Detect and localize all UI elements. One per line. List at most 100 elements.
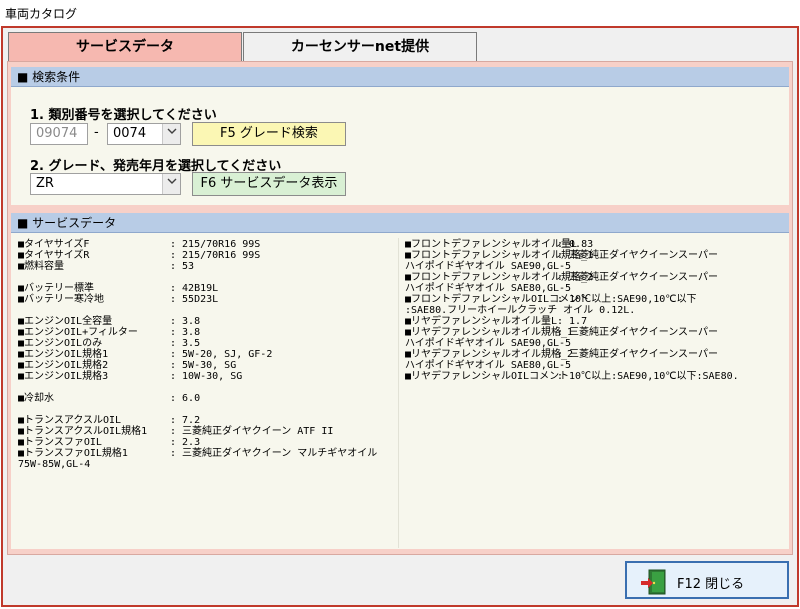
service-data-value: : 53 <box>170 261 195 272</box>
service-data-key: ■トランスファOIL規格1 <box>18 448 128 459</box>
service-data-key: ■エンジンOILのみ <box>18 338 103 349</box>
close-button[interactable]: F12 閉じる <box>625 561 789 599</box>
chevron-down-icon[interactable] <box>162 174 180 194</box>
service-data-key: ハイポイドギヤオイル SAE90,GL-5 <box>405 338 572 349</box>
service-data-row: :SAE80.フリーホイールクラッチ オイル 0.12L. <box>405 305 789 316</box>
service-data-value: : 三菱純正ダイヤクイーンスーパー <box>557 327 718 338</box>
type-code-field[interactable]: 09074 <box>30 123 88 145</box>
service-data-row: ハイポイドギヤオイル SAE90,GL-5 <box>405 261 789 272</box>
service-data-row: ■リヤデファレンシャルオイル規格_1: 三菱純正ダイヤクイーンスーパー <box>405 327 789 338</box>
service-data-key: ■エンジンOIL規格3 <box>18 371 109 382</box>
category-code-combo[interactable]: 0074 <box>107 123 181 145</box>
service-data-key: ■トランスアクスルOIL <box>18 415 122 426</box>
service-data-row: ■タイヤサイズR : 215/70R16 99S <box>18 250 396 261</box>
service-data-key: ■エンジンOIL全容量 <box>18 316 113 327</box>
service-data-row: ■リヤデファレンシャルオイル規格_2: 三菱純正ダイヤクイーンスーパー <box>405 349 789 360</box>
service-data-key: ■エンジンOIL規格1 <box>18 349 109 360</box>
service-data-row: ■フロントデファレンシャルオイル規格_1: 三菱純正ダイヤクイーンスーパー <box>405 250 789 261</box>
service-data-key: ■リヤデファレンシャルオイル量L <box>405 316 558 327</box>
service-data-key: ■トランスアクスルOIL規格1 <box>18 426 148 437</box>
service-data-row <box>18 272 396 283</box>
service-data-key: ■燃料容量 <box>18 261 65 272</box>
service-data-value: : 三菱純正ダイヤクイーンスーパー <box>557 349 718 360</box>
exit-door-icon <box>641 569 669 599</box>
service-data-row: ハイポイドギヤオイル SAE80,GL-5 <box>405 360 789 371</box>
service-data-row: ハイポイドギヤオイル SAE80,GL-5 <box>405 283 789 294</box>
show-service-data-button[interactable]: F6 サービスデータ表示 <box>192 172 346 196</box>
tab-carsensor[interactable]: カーセンサーnet提供 <box>243 32 477 62</box>
service-data-key: ■バッテリー標準 <box>18 283 95 294</box>
service-data-value: : 10℃以上:SAE90,10℃以下 <box>557 294 697 305</box>
service-data-key: ■リヤデファレンシャルOILコメント <box>405 371 570 382</box>
service-data-value: : 7.2 <box>170 415 201 426</box>
tab-service-data[interactable]: サービスデータ <box>8 32 242 62</box>
service-data-key: ■リヤデファレンシャルオイル規格_1 <box>405 327 574 338</box>
service-data-value: : 5W-30, SG <box>170 360 237 371</box>
service-data-value: : 0.83 <box>557 239 594 250</box>
service-data-key: :SAE80.フリーホイールクラッチ オイル 0.12L. <box>405 305 636 316</box>
service-data-row: ■バッテリー寒冷地: 55D23L <box>18 294 396 305</box>
service-data-row: ■タイヤサイズF : 215/70R16 99S <box>18 239 396 250</box>
step1-label: 1. 類別番号を選択してください <box>30 108 217 123</box>
service-data-value: : 215/70R16 99S <box>170 250 261 261</box>
service-data-value: : 215/70R16 99S <box>170 239 261 250</box>
service-data-row: ■リヤデファレンシャルOILコメント: 10℃以上:SAE90,10℃以下:SA… <box>405 371 789 382</box>
service-data-row: ■燃料容量 : 53 <box>18 261 396 272</box>
service-data-key: ■リヤデファレンシャルオイル規格_2 <box>405 349 574 360</box>
service-data-value: : 2.3 <box>170 437 201 448</box>
service-data-row: ■エンジンOIL全容量 : 3.8 <box>18 316 396 327</box>
service-data-value: : 3.5 <box>170 338 201 349</box>
service-data-row: ■トランスアクスルOIL : 7.2 <box>18 415 396 426</box>
service-data-value: : 6.0 <box>170 393 201 404</box>
grade-combo[interactable]: ZR <box>30 173 181 195</box>
service-data-row: ■エンジンOIL+フィルター : 3.8 <box>18 327 396 338</box>
close-button-label: F12 閉じる <box>677 577 745 592</box>
service-data-value: : 42B19L <box>170 283 219 294</box>
service-data-key: ■トランスファOIL <box>18 437 102 448</box>
service-data-row: ■フロントデファレンシャルオイル規格_2: 三菱純正ダイヤクイーンスーパー <box>405 272 789 283</box>
service-section-header: ■ サービスデータ <box>11 213 789 233</box>
service-data-row: ■トランスアクスルOIL規格1 : 三菱純正ダイヤクイーン ATF II <box>18 426 396 437</box>
service-data-value: : 三菱純正ダイヤクイーンスーパー <box>557 272 718 283</box>
service-data-value: : 三菱純正ダイヤクイーン ATF II <box>170 426 334 437</box>
service-data-key: ■冷却水 <box>18 393 55 404</box>
column-divider <box>398 238 399 548</box>
service-data-left-column: ■タイヤサイズF : 215/70R16 99S ■タイヤサイズR : 215/70R… <box>18 239 396 470</box>
service-data-row: ■エンジンOILのみ : 3.5 <box>18 338 396 349</box>
service-data-right-column: ■フロントデファレンシャルオイル量L: 0.83 ■フロントデファレンシャルオイル… <box>405 239 789 382</box>
service-data-row: ■エンジンOIL規格1 : 5W-20, SJ, GF-2 <box>18 349 396 360</box>
service-data-value: : 10℃以上:SAE90,10℃以下:SAE80. <box>557 371 739 382</box>
service-data-row <box>18 404 396 415</box>
service-data-row <box>18 305 396 316</box>
grade-search-button[interactable]: F5 グレード検索 <box>192 122 346 146</box>
service-data-key: 75W-85W,GL-4 <box>18 459 91 470</box>
service-data-row: ■フロントデファレンシャルOILコメント: 10℃以上:SAE90,10℃以下 <box>405 294 789 305</box>
service-data-key: ■タイヤサイズR <box>18 250 90 261</box>
window-title: 車両カタログ <box>0 0 800 26</box>
service-data-row: ■フロントデファレンシャルオイル量L: 0.83 <box>405 239 789 250</box>
service-data-value: : 3.8 <box>170 316 201 327</box>
service-data-value: : 5W-20, SJ, GF-2 <box>170 349 273 360</box>
service-data-row: ■トランスファOIL : 2.3 <box>18 437 396 448</box>
service-data-value: : 三菱純正ダイヤクイーンスーパー <box>557 250 718 261</box>
code-separator: - <box>94 125 99 140</box>
service-data-row <box>18 382 396 393</box>
service-data-value: : 三菱純正ダイヤクイーン マルチギヤオイル <box>170 448 378 459</box>
service-data-key: ハイポイドギヤオイル SAE80,GL-5 <box>405 360 572 371</box>
service-data-value: : 3.8 <box>170 327 201 338</box>
service-data-key: ■エンジンOIL+フィルター <box>18 327 138 338</box>
service-data-row: ■トランスファOIL規格1 : 三菱純正ダイヤクイーン マルチギヤオイル <box>18 448 396 459</box>
service-data-key: ハイポイドギヤオイル SAE80,GL-5 <box>405 283 572 294</box>
search-section-header: ■ 検索条件 <box>11 67 789 87</box>
service-data-row: ■冷却水 : 6.0 <box>18 393 396 404</box>
service-data-key: ■タイヤサイズF <box>18 239 90 250</box>
service-data-key: ■バッテリー寒冷地 <box>18 294 105 305</box>
service-data-row: ■エンジンOIL規格2 : 5W-30, SG <box>18 360 396 371</box>
service-data-key: ■エンジンOIL規格2 <box>18 360 109 371</box>
chevron-down-icon[interactable] <box>162 124 180 144</box>
service-data-value: : 1.7 <box>557 316 588 327</box>
grade-value: ZR <box>36 176 54 191</box>
service-data-row: ■リヤデファレンシャルオイル量L: 1.7 <box>405 316 789 327</box>
service-data-row: 75W-85W,GL-4 <box>18 459 396 470</box>
service-data-key: ハイポイドギヤオイル SAE90,GL-5 <box>405 261 572 272</box>
